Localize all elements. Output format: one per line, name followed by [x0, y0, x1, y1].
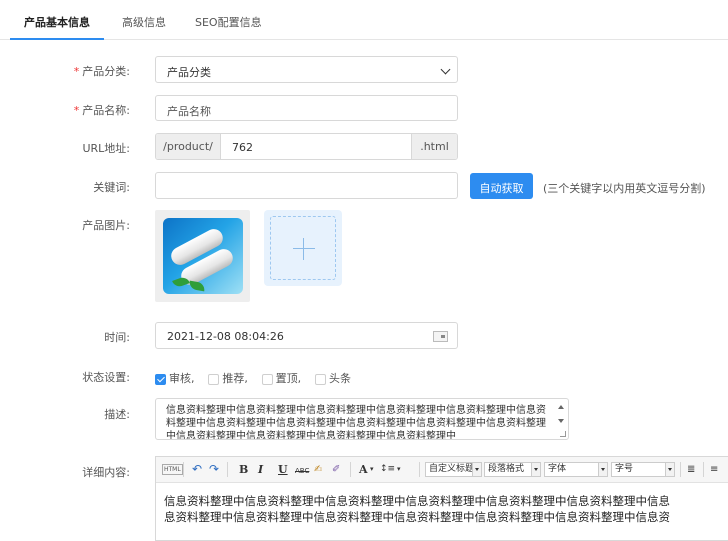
tab-advanced-info[interactable]: 高级信息 — [122, 14, 166, 30]
rich-text-editor[interactable]: HTML ↶ ↷ B I U ABC ✍ ✐ A ▾ ↕≡ ▾ 自定义标题 段落… — [155, 456, 728, 541]
tab-bar: 产品基本信息 高级信息 SEO配置信息 — [0, 0, 728, 40]
editor-content[interactable]: 信息资料整理中信息资料整理中信息资料整理中信息资料整理中信息资料整理中信息资料整… — [164, 493, 728, 525]
paragraph-format-label: 段落格式 — [488, 464, 525, 474]
upload-dropzone — [270, 216, 336, 280]
images-label: 产品图片: — [82, 219, 130, 232]
chevron-down-icon — [472, 463, 481, 476]
url-input-group: /product/ 762 .html — [155, 133, 458, 160]
required-mark: * — [73, 65, 80, 78]
italic-button[interactable]: I — [258, 462, 263, 477]
status-option-audit[interactable]: 审核, — [155, 370, 195, 386]
plus-icon — [293, 248, 315, 249]
chevron-down-icon[interactable]: ▾ — [397, 462, 401, 477]
redo-icon[interactable]: ↷ — [209, 462, 219, 477]
font-size-dropdown[interactable]: 字号 — [611, 462, 675, 477]
chevron-down-icon — [440, 64, 451, 75]
chevron-down-icon — [665, 463, 674, 476]
calendar-icon[interactable] — [433, 331, 448, 342]
tab-seo-config[interactable]: SEO配置信息 — [195, 14, 262, 30]
url-prefix: /product/ — [156, 134, 221, 159]
toolbar-separator — [183, 462, 184, 477]
category-select-value: 产品分类 — [167, 66, 211, 79]
status-option-headline[interactable]: 头条 — [314, 370, 351, 386]
status-option-recommend-label: 推荐, — [222, 372, 248, 385]
category-select[interactable]: 产品分类 — [155, 56, 458, 83]
category-label-text: 产品分类: — [82, 65, 130, 78]
url-suffix: .html — [411, 134, 457, 159]
keywords-hint: (三个关键字以内用英文逗号分割) — [543, 182, 706, 195]
font-size-label: 字号 — [615, 464, 634, 474]
status-option-top[interactable]: 置顶, — [261, 370, 302, 386]
font-color-button[interactable]: A — [359, 462, 368, 477]
category-label: * 产品分类: — [0, 63, 130, 79]
status-option-headline-label: 头条 — [328, 372, 351, 385]
status-option-top-label: 置顶, — [275, 372, 302, 385]
time-input[interactable]: 2021-12-08 08:04:26 — [155, 322, 458, 349]
underline-button[interactable]: U — [278, 462, 288, 477]
paragraph-format-dropdown[interactable]: 段落格式 — [484, 462, 541, 477]
name-label: * 产品名称: — [0, 102, 130, 118]
status-option-recommend[interactable]: 推荐, — [208, 370, 248, 386]
undo-icon[interactable]: ↶ — [192, 462, 202, 477]
url-slug-input[interactable]: 762 — [232, 141, 253, 154]
checkbox-checked-icon[interactable] — [155, 373, 166, 385]
name-input-placeholder: 产品名称 — [167, 105, 211, 118]
status-checkbox-group: 审核, 推荐, 置顶, 头条 — [155, 370, 361, 386]
eraser-icon[interactable]: ✐ — [332, 462, 340, 477]
plus-icon-vertical — [303, 238, 304, 260]
time-label: 时间: — [104, 331, 130, 344]
url-label: URL地址: — [82, 142, 130, 155]
toolbar-separator — [419, 462, 420, 477]
name-input[interactable]: 产品名称 — [155, 95, 458, 121]
align-left-icon[interactable]: ≣ — [687, 462, 695, 477]
toolbar-separator — [350, 462, 351, 477]
content-label: 详细内容: — [82, 466, 130, 479]
format-painter-icon[interactable]: ✍ — [314, 462, 322, 477]
checkbox-icon[interactable] — [261, 373, 273, 385]
custom-title-dropdown[interactable]: 自定义标题 — [425, 462, 482, 477]
font-family-dropdown[interactable]: 字体 — [544, 462, 608, 477]
custom-title-label: 自定义标题 — [429, 464, 475, 474]
editor-content-line: 息资料整理中信息资料整理中信息资料整理中信息资料整理中信息资料整理中信息资料整理… — [164, 510, 670, 524]
status-option-audit-label: 审核, — [169, 372, 195, 385]
toolbar-separator — [227, 462, 228, 477]
toolbar-separator — [680, 462, 681, 477]
tab-basic-info[interactable]: 产品基本信息 — [24, 14, 90, 30]
chevron-down-icon — [531, 463, 540, 476]
required-mark: * — [73, 104, 80, 117]
align-center-icon[interactable]: ≡ — [710, 462, 718, 477]
active-tab-indicator — [10, 38, 104, 40]
editor-content-line: 信息资料整理中信息资料整理中信息资料整理中信息资料整理中信息资料整理中信息资料整… — [164, 494, 670, 508]
description-text: 信息资料整理中信息资料整理中信息资料整理中信息资料整理中信息资料整理中信息资料整… — [166, 405, 546, 440]
keywords-input[interactable] — [155, 172, 458, 199]
time-input-value: 2021-12-08 08:04:26 — [167, 330, 284, 343]
toolbar-separator — [703, 462, 704, 477]
description-label: 描述: — [104, 408, 130, 421]
scroll-down-icon[interactable] — [558, 419, 564, 423]
line-height-button[interactable]: ↕≡ — [380, 462, 395, 477]
checkbox-icon[interactable] — [208, 373, 220, 385]
name-label-text: 产品名称: — [82, 104, 130, 117]
strikethrough-button[interactable]: ABC — [295, 464, 309, 479]
image-upload-button[interactable] — [264, 210, 342, 286]
font-family-label: 字体 — [548, 464, 567, 474]
resize-handle-icon[interactable] — [560, 431, 566, 437]
auto-fetch-button[interactable]: 自动获取 — [470, 173, 533, 199]
editor-toolbar: HTML ↶ ↷ B I U ABC ✍ ✐ A ▾ ↕≡ ▾ 自定义标题 段落… — [156, 457, 728, 483]
description-textarea[interactable]: 信息资料整理中信息资料整理中信息资料整理中信息资料整理中信息资料整理中信息资料整… — [155, 398, 569, 440]
html-source-button[interactable]: HTML — [162, 464, 183, 475]
product-image — [163, 218, 243, 294]
bold-button[interactable]: B — [239, 462, 248, 477]
keywords-label: 关键词: — [93, 181, 130, 194]
chevron-down-icon[interactable]: ▾ — [370, 462, 374, 477]
chevron-down-icon — [598, 463, 607, 476]
scroll-up-icon[interactable] — [558, 405, 564, 409]
status-label: 状态设置: — [82, 371, 130, 384]
product-image-thumbnail[interactable] — [155, 210, 250, 302]
checkbox-icon[interactable] — [314, 373, 326, 385]
